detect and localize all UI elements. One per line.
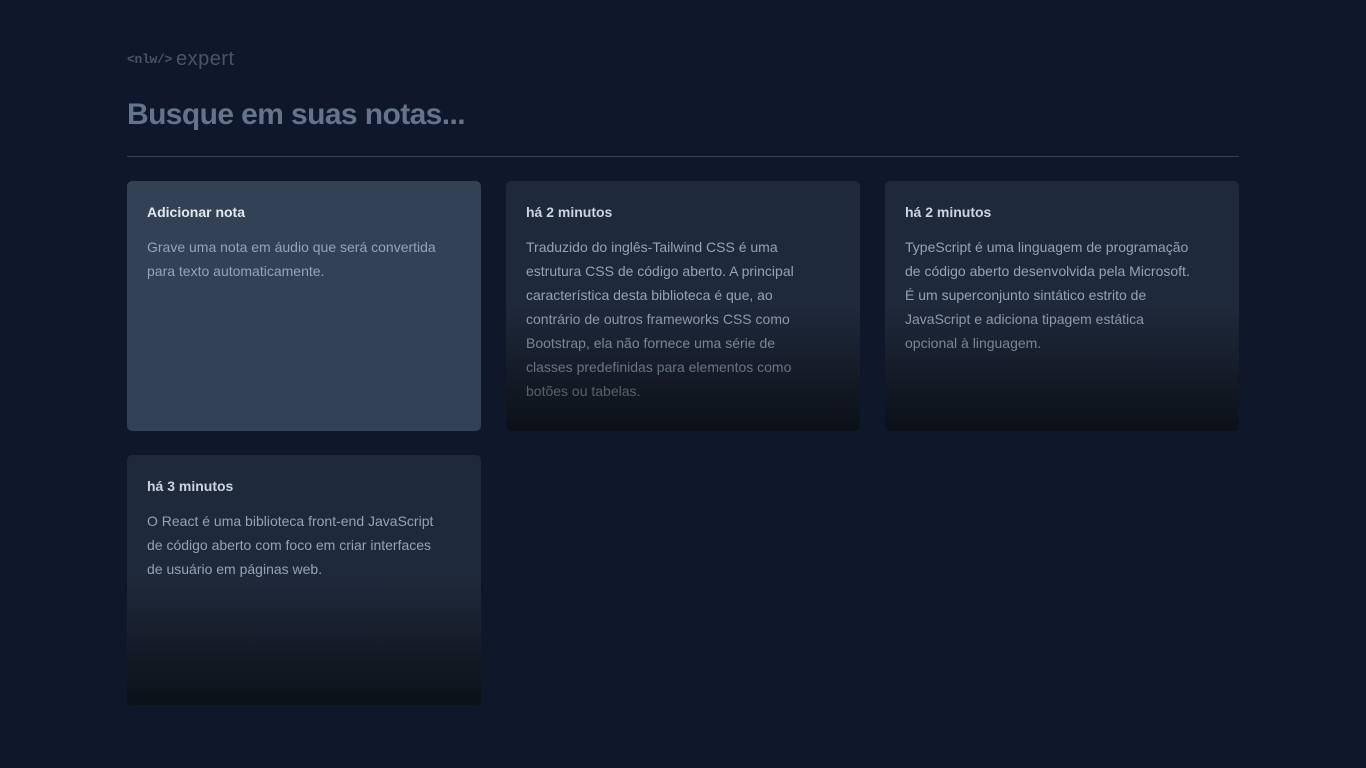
add-note-description: Grave uma nota em áudio que será convert… xyxy=(147,239,436,279)
divider xyxy=(127,156,1239,157)
note-content: Traduzido do inglês-Tailwind CSS é uma e… xyxy=(526,239,794,399)
note-card[interactable]: há 2 minutos Traduzido do inglês-Tailwin… xyxy=(506,181,860,431)
note-date: há 3 minutos xyxy=(147,478,234,494)
note-date: há 2 minutos xyxy=(526,204,613,220)
add-note-title: Adicionar nota xyxy=(147,204,246,220)
note-card[interactable]: há 2 minutos TypeScript é uma linguagem … xyxy=(885,181,1239,431)
app-logo: <nlw/> expert xyxy=(127,48,235,70)
notes-grid: Adicionar nota Grave uma nota em áudio q… xyxy=(127,181,1239,705)
note-fade-overlay xyxy=(127,580,481,705)
logo-tag: <nlw/> xyxy=(127,51,173,67)
logo-word: expert xyxy=(176,47,235,70)
note-content: TypeScript é uma linguagem de programaçã… xyxy=(905,239,1190,351)
search-input[interactable] xyxy=(127,92,1239,138)
add-note-card[interactable]: Adicionar nota Grave uma nota em áudio q… xyxy=(127,181,481,431)
note-content: O React é uma biblioteca front-end JavaS… xyxy=(147,513,434,577)
note-date: há 2 minutos xyxy=(905,204,992,220)
note-card[interactable]: há 3 minutos O React é uma biblioteca fr… xyxy=(127,455,481,705)
